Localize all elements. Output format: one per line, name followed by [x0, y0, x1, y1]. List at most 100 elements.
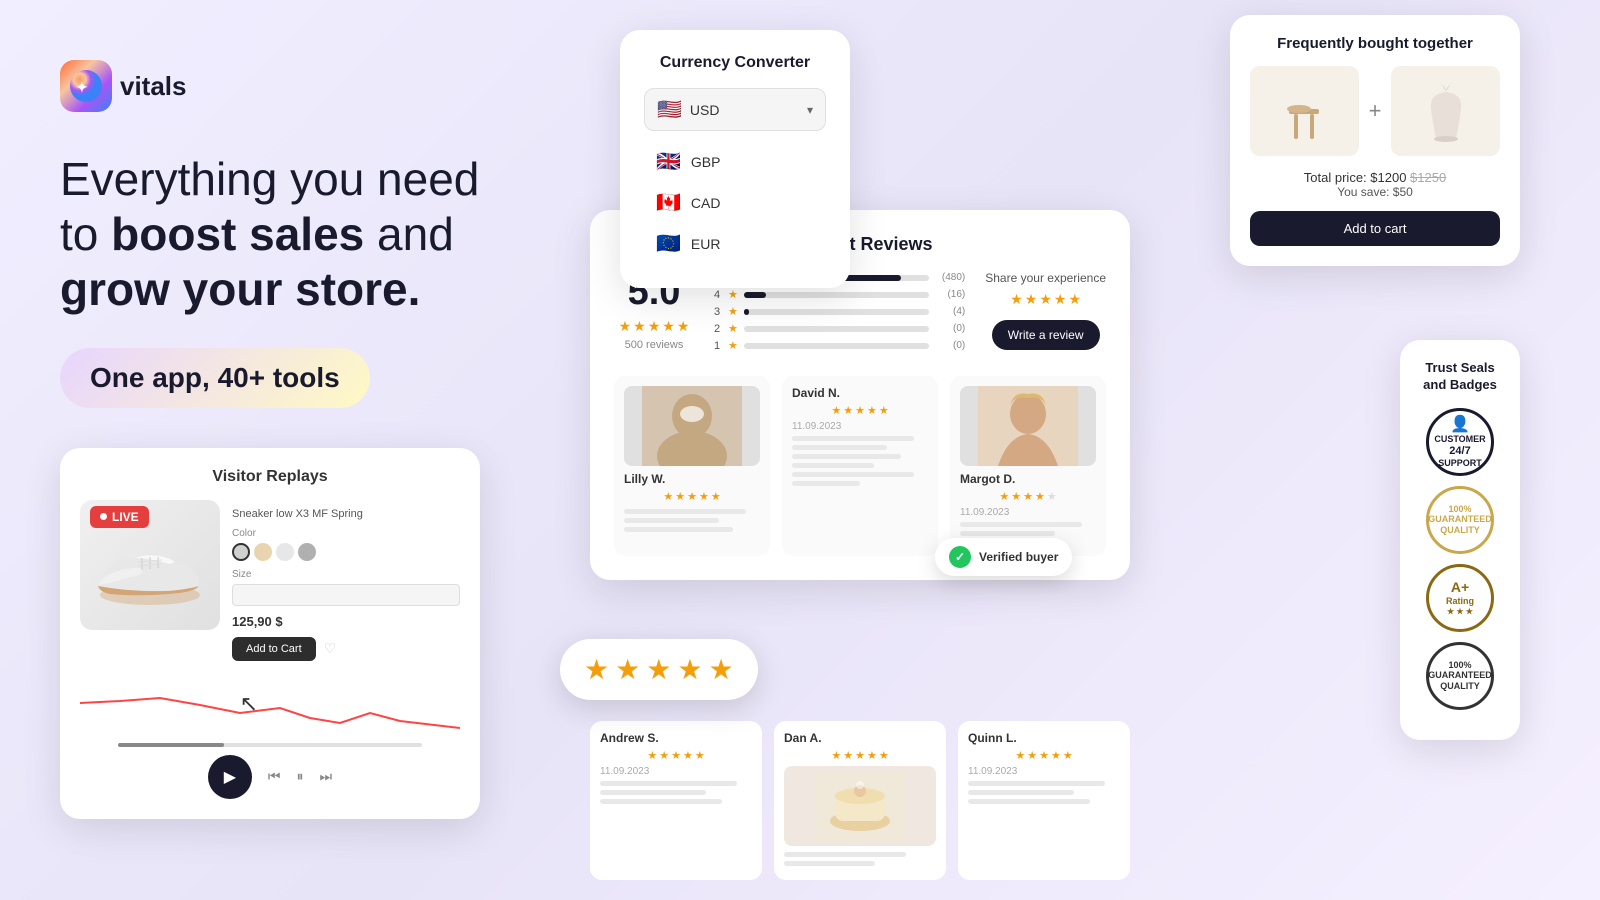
swatch-beige[interactable] — [254, 543, 272, 561]
save-text: You save: $50 — [1250, 185, 1500, 199]
currency-converter-card: Currency Converter 🇺🇸 USD ▾ 🇬🇧 GBP 🇨🇦 CA… — [620, 30, 850, 288]
trust-badge-support: 👤 CUSTOMER 24/7 SUPPORT — [1426, 408, 1494, 476]
selected-flag: 🇺🇸 — [657, 97, 682, 122]
chart-line: ↖ — [80, 683, 460, 733]
rating-row-1: 1 ★ (0) — [714, 339, 965, 352]
add-to-cart-button[interactable]: Add to Cart — [232, 637, 316, 661]
review-dan: Dan A. ★ ★ ★ ★ ★ — [774, 721, 946, 880]
swatch-med[interactable] — [298, 543, 316, 561]
trust-seals-card: Trust Seals and Badges 👤 CUSTOMER 24/7 S… — [1400, 340, 1520, 740]
fbt-add-to-cart-button[interactable]: Add to cart — [1250, 211, 1500, 246]
review-andrew: Andrew S. ★ ★ ★ ★ ★ 11.09.2023 — [590, 721, 762, 880]
star-4: ★ — [662, 318, 675, 335]
visitor-replays-card: Visitor Replays LIVE — [60, 448, 480, 819]
trust-badge-rating: A+ Rating ★ ★ ★ — [1426, 564, 1494, 632]
product-name: Sneaker low X3 MF Spring — [232, 508, 460, 520]
rating-row-3: 3 ★ (4) — [714, 305, 965, 318]
bottom-reviews-section: Andrew S. ★ ★ ★ ★ ★ 11.09.2023 Dan A. ★ … — [590, 721, 1130, 880]
logo-area: ✦ vitals — [60, 60, 540, 112]
pause-icon[interactable]: ⏸ — [297, 768, 304, 785]
swatch-gray[interactable] — [232, 543, 250, 561]
rating-row-4: 4 ★ (16) — [714, 288, 965, 301]
review-margot: Margot D. ★ ★ ★ ★ ★ 11.09.2023 — [950, 376, 1106, 556]
heart-icon[interactable]: ♡ — [324, 640, 337, 657]
verified-check-icon: ✓ — [949, 546, 971, 568]
share-title: Share your experience — [985, 271, 1106, 285]
video-controls: ▶ ⏮ ⏸ ⏭ — [80, 743, 460, 799]
reviewer-name-lilly: Lilly W. — [624, 472, 760, 486]
review-quinn: Quinn L. ★ ★ ★ ★ ★ 11.09.2023 — [958, 721, 1130, 880]
logo-text: vitals — [120, 71, 187, 102]
write-review-button[interactable]: Write a review — [992, 320, 1100, 350]
price: 125,90 $ — [232, 614, 460, 629]
review-date-quinn: 11.09.2023 — [968, 766, 1120, 777]
reviewer-img-margot — [960, 386, 1096, 466]
fbt-price-row: Total price: $1200 $1250 You save: $50 — [1250, 170, 1500, 199]
float-star-5: ★ — [708, 653, 733, 686]
fbt-title: Frequently bought together — [1250, 35, 1500, 52]
verified-label: Verified buyer — [979, 550, 1058, 564]
verified-buyer-badge: ✓ Verified buyer — [935, 538, 1072, 576]
fbt-products: + — [1250, 66, 1500, 156]
currency-option-gbp[interactable]: 🇬🇧 GBP — [644, 141, 826, 182]
eur-flag: 🇪🇺 — [656, 231, 681, 256]
frequently-bought-card: Frequently bought together + — [1230, 15, 1520, 266]
left-section: ✦ vitals Everything you need to boost sa… — [60, 60, 540, 819]
play-button[interactable]: ▶ — [208, 755, 252, 799]
review-count: 500 reviews — [614, 339, 694, 351]
reviewer-name-andrew: Andrew S. — [600, 731, 752, 745]
skip-back-icon[interactable]: ⏮ — [268, 768, 281, 785]
skip-forward-icon[interactable]: ⏭ — [320, 768, 333, 785]
reviewer-name-quinn: Quinn L. — [968, 731, 1120, 745]
rating-row-2: 2 ★ (0) — [714, 322, 965, 335]
float-star-1: ★ — [584, 653, 609, 686]
fbt-product-2 — [1391, 66, 1500, 156]
reviewer-name-margot: Margot D. — [960, 472, 1096, 486]
reviewer-img-lilly — [624, 386, 760, 466]
product-img-dan — [784, 766, 936, 846]
currency-dropdown[interactable]: 🇺🇸 USD ▾ — [644, 88, 826, 131]
total-price: Total price: $1200 $1250 — [1250, 170, 1500, 185]
star-5: ★ — [677, 318, 690, 335]
review-date-andrew: 11.09.2023 — [600, 766, 752, 777]
svg-text:✦: ✦ — [76, 79, 88, 95]
controls-row: ▶ ⏮ ⏸ ⏭ — [80, 755, 460, 799]
trust-title: Trust Seals and Badges — [1420, 360, 1500, 394]
float-star-2: ★ — [615, 653, 640, 686]
reviewer-name-dan: Dan A. — [784, 731, 936, 745]
review-date-margot: 11.09.2023 — [960, 507, 1096, 518]
fbt-product-1 — [1250, 66, 1359, 156]
progress-bar[interactable] — [118, 743, 422, 747]
cursor-arrow: ↖ — [240, 691, 258, 717]
selected-currency: USD — [690, 102, 720, 118]
review-date-david: 11.09.2023 — [792, 421, 928, 432]
summary-stars: ★ ★ ★ ★ ★ — [614, 318, 694, 335]
review-david: David N. ★ ★ ★ ★ ★ 11.09.2023 — [782, 376, 938, 556]
share-section: Share your experience ★ ★ ★ ★ ★ Write a … — [985, 271, 1106, 350]
trust-badge-quality-2: 100% GUARANTEED QUALITY — [1426, 642, 1494, 710]
star-3: ★ — [648, 318, 661, 335]
reviewer-name-david: David N. — [792, 386, 928, 400]
original-price: $1250 — [1410, 170, 1446, 185]
currency-title: Currency Converter — [644, 54, 826, 72]
product-info: Sneaker low X3 MF Spring Color Size 125,… — [232, 500, 460, 669]
logo-icon: ✦ — [60, 60, 112, 112]
currency-option-eur[interactable]: 🇪🇺 EUR — [644, 223, 826, 264]
reviews-grid: Lilly W. ★ ★ ★ ★ ★ David N. ★ ★ ★ ★ ★ 11… — [614, 376, 1106, 556]
trust-badge-quality-1: 100% GUARANTEED QUALITY — [1426, 486, 1494, 554]
tagline-badge: One app, 40+ tools — [60, 348, 370, 408]
chevron-down-icon: ▾ — [807, 103, 813, 117]
visitor-replays-title: Visitor Replays — [80, 468, 460, 486]
floating-stars: ★ ★ ★ ★ ★ — [560, 639, 758, 700]
currency-option-cad[interactable]: 🇨🇦 CAD — [644, 182, 826, 223]
star-2: ★ — [633, 318, 646, 335]
color-swatches — [232, 543, 460, 561]
float-star-3: ★ — [646, 653, 671, 686]
star-1: ★ — [619, 318, 632, 335]
float-star-4: ★ — [677, 653, 702, 686]
share-stars: ★ ★ ★ ★ ★ — [985, 291, 1106, 308]
size-select[interactable] — [232, 584, 460, 606]
swatch-light[interactable] — [276, 543, 294, 561]
plus-icon: + — [1369, 98, 1382, 124]
review-lilly: Lilly W. ★ ★ ★ ★ ★ — [614, 376, 770, 556]
